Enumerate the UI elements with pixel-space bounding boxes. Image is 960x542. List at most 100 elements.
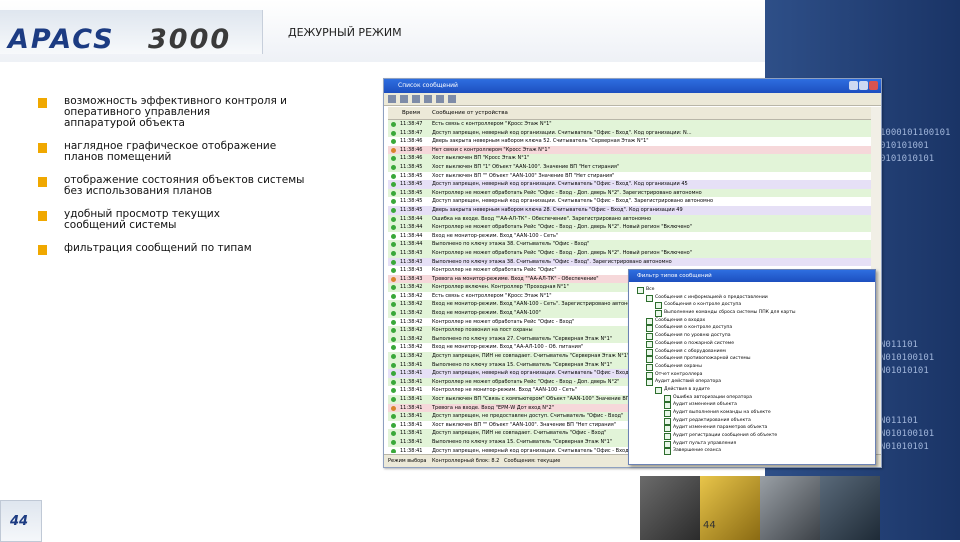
- status-icon: [391, 388, 396, 394]
- toolbar-icon[interactable]: [388, 95, 396, 103]
- status-icon: [391, 354, 396, 360]
- row-message: Доступ запрещен, неверный код организаци…: [432, 447, 631, 453]
- status-icon: [391, 319, 396, 325]
- col-time[interactable]: Время: [402, 107, 420, 119]
- tree-node[interactable]: Аудит изменения объекта: [633, 401, 871, 410]
- tree-node[interactable]: Сообщения о пожарной системе: [633, 340, 871, 348]
- filter-window[interactable]: Фильтр типов сообщений Все Сообщения с ин…: [628, 269, 876, 465]
- checkbox[interactable]: [664, 448, 671, 456]
- table-row[interactable]: 11:38:46 Дверь закрыта неверным набором к…: [388, 137, 871, 146]
- table-row[interactable]: 11:38:44 Вход не монитор-режим. Вход "AAN…: [388, 231, 871, 241]
- table-row[interactable]: 11:38:45 Доступ запрещен, неверный код ор…: [388, 180, 871, 189]
- tree-node[interactable]: Сообщения по уровню доступа: [633, 332, 871, 341]
- toolbar-icon[interactable]: [424, 95, 432, 103]
- status-icon: [391, 173, 396, 179]
- toolbar-icon[interactable]: [436, 95, 444, 103]
- tree-node[interactable]: Сообщения о входах: [633, 317, 871, 325]
- photo-equipment: [760, 476, 820, 540]
- feature-text: фильтрация сообщений по типам: [64, 242, 252, 254]
- table-row[interactable]: 11:38:44 Ошибка на входе. Вход ""AA-АЛ-ТК…: [388, 214, 871, 224]
- tree-node[interactable]: Сообщения о контроле доступа: [633, 301, 871, 310]
- tree-node[interactable]: Выполнение команды сброса системы ППК дл…: [633, 309, 871, 318]
- status-icon: [391, 405, 396, 411]
- tree-node[interactable]: Аудит выполнения команды на объекте: [633, 409, 871, 417]
- col-message[interactable]: Сообщение от устройства: [432, 107, 508, 119]
- tree-node-label: Сообщения с информацией о предоставлении: [655, 294, 768, 300]
- tree-node[interactable]: Сообщения с оборудованием: [633, 348, 871, 356]
- table-row[interactable]: 11:38:46 Хост выключен ВП "Кросс Этаж N°1…: [388, 154, 871, 163]
- status-icon: [391, 147, 396, 153]
- table-row[interactable]: 11:38:45 Контроллер не может обработать Р…: [388, 188, 871, 198]
- tree-node[interactable]: Сообщения о контроле доступа: [633, 324, 871, 333]
- row-time: 11:38:42: [400, 310, 423, 317]
- toolbar-icon[interactable]: [400, 95, 408, 103]
- status-icon: [391, 431, 396, 437]
- row-message: Выполнено по ключу этажа 38. Считыватель…: [432, 258, 672, 265]
- tree-node[interactable]: Сообщения с информацией о предоставлении: [633, 294, 871, 302]
- filter-window-title[interactable]: Фильтр типов сообщений: [629, 270, 875, 282]
- status-icon: [391, 311, 396, 317]
- row-time: 11:38:42: [400, 327, 423, 334]
- minimize-icon[interactable]: [849, 81, 858, 90]
- row-message: Вход не монитор-режим. Вход "AAN-100 - С…: [432, 232, 559, 239]
- tree-node[interactable]: Сообщения противопожарной системы: [633, 355, 871, 364]
- table-row[interactable]: 11:38:47 Доступ запрещен, неверный код ор…: [388, 128, 871, 138]
- tree-node[interactable]: Завершение сеанса: [633, 447, 871, 456]
- status-icon: [391, 448, 396, 453]
- tree-node-label: Аудит изменения параметров объекта: [673, 425, 768, 431]
- status-icon: [391, 336, 396, 342]
- tree-node-label: Аудит пульта управления: [673, 440, 737, 446]
- feature-item: возможность эффективного контроля и опер…: [38, 96, 338, 129]
- binary-text: N01010101: [880, 442, 929, 452]
- table-row[interactable]: 11:38:46 Нет связи с контроллером "Кросс …: [388, 145, 871, 155]
- tree-node[interactable]: Все: [633, 286, 871, 294]
- tree-node[interactable]: Аудит изменения параметров объекта: [633, 424, 871, 433]
- table-row[interactable]: 11:38:45 Хост выключен ВП "" Объект "AAN-…: [388, 171, 871, 181]
- row-time: 11:38:41: [400, 447, 423, 453]
- table-row[interactable]: 11:38:43 Выполнено по ключу этажа 38. Счи…: [388, 257, 871, 267]
- tree-node[interactable]: Аудит пульта управления: [633, 440, 871, 448]
- row-time: 11:38:41: [400, 413, 423, 420]
- row-time: 11:38:42: [400, 353, 423, 360]
- filter-tree[interactable]: Все Сообщения с информацией о предоставле…: [633, 286, 871, 460]
- status-icon: [391, 139, 396, 145]
- maximize-icon[interactable]: [859, 81, 868, 90]
- tree-node[interactable]: Отчет контроллера: [633, 371, 871, 379]
- tree-node[interactable]: Аудит действий оператора: [633, 378, 871, 387]
- table-row[interactable]: 11:38:45 Доступ запрещен, неверный код ор…: [388, 197, 871, 206]
- table-row[interactable]: 11:38:45 Дверь закрыта неверным набором к…: [388, 205, 871, 215]
- tree-node[interactable]: Действия в аудите: [633, 386, 871, 394]
- table-row[interactable]: 11:38:44 Выполнено по ключу этажа 38. Счи…: [388, 240, 871, 249]
- status-icon: [391, 122, 396, 127]
- tree-node-label: Аудит регистрации сообщения об объекте: [673, 433, 778, 439]
- tree-node-label: Сообщения охраны: [655, 363, 702, 369]
- tree-node[interactable]: Ошибка авторизации оператора: [633, 394, 871, 402]
- toolbar-icon[interactable]: [412, 95, 420, 103]
- status-mode: Режим выбора: [388, 458, 427, 464]
- page-number: 44: [10, 514, 29, 529]
- window-controls[interactable]: [848, 81, 878, 90]
- row-message: Контроллер позвонил на пост охраны: [432, 327, 533, 334]
- row-time: 11:38:46: [400, 155, 423, 162]
- close-icon[interactable]: [869, 81, 878, 90]
- tree-node[interactable]: Аудит редактирования объекта: [633, 417, 871, 425]
- tree-node[interactable]: Сообщения охраны: [633, 363, 871, 371]
- row-message: Доступ запрещен, неверный код организаци…: [432, 181, 688, 188]
- messages-window-titlebar[interactable]: Список сообщений: [384, 79, 881, 93]
- status-icon: [391, 259, 396, 265]
- table-row[interactable]: 11:38:44 Контроллер не может обработать Р…: [388, 223, 871, 232]
- toolbar-icon[interactable]: [448, 95, 456, 103]
- table-row[interactable]: 11:38:43 Контроллер не может обработать Р…: [388, 248, 871, 258]
- tree-node-label: Сообщения с оборудованием: [655, 348, 726, 354]
- table-row[interactable]: 11:38:45 Хост выключен ВП "1" Объект "AAN…: [388, 162, 871, 172]
- tree-node[interactable]: Аудит регистрации сообщения об объекте: [633, 432, 871, 441]
- bullet-marker: [38, 177, 47, 187]
- row-message: Выполнено по ключу этажа 15. Считыватель…: [432, 438, 613, 445]
- feature-item: наглядное графическое отображение планов…: [38, 141, 338, 163]
- tree-node-label: Сообщения о контроле доступа: [664, 302, 742, 308]
- status-icon: [391, 164, 396, 170]
- row-message: Доступ запрещен, неверный код организаци…: [432, 198, 714, 205]
- table-row[interactable]: 11:38:47 Есть связь с контроллером "Кросс…: [388, 120, 871, 129]
- row-message: Тревога на монитор-режиме. Вход ""AA-АЛ-…: [432, 275, 599, 282]
- tree-node-label: Сообщения о контроле доступа: [655, 325, 733, 331]
